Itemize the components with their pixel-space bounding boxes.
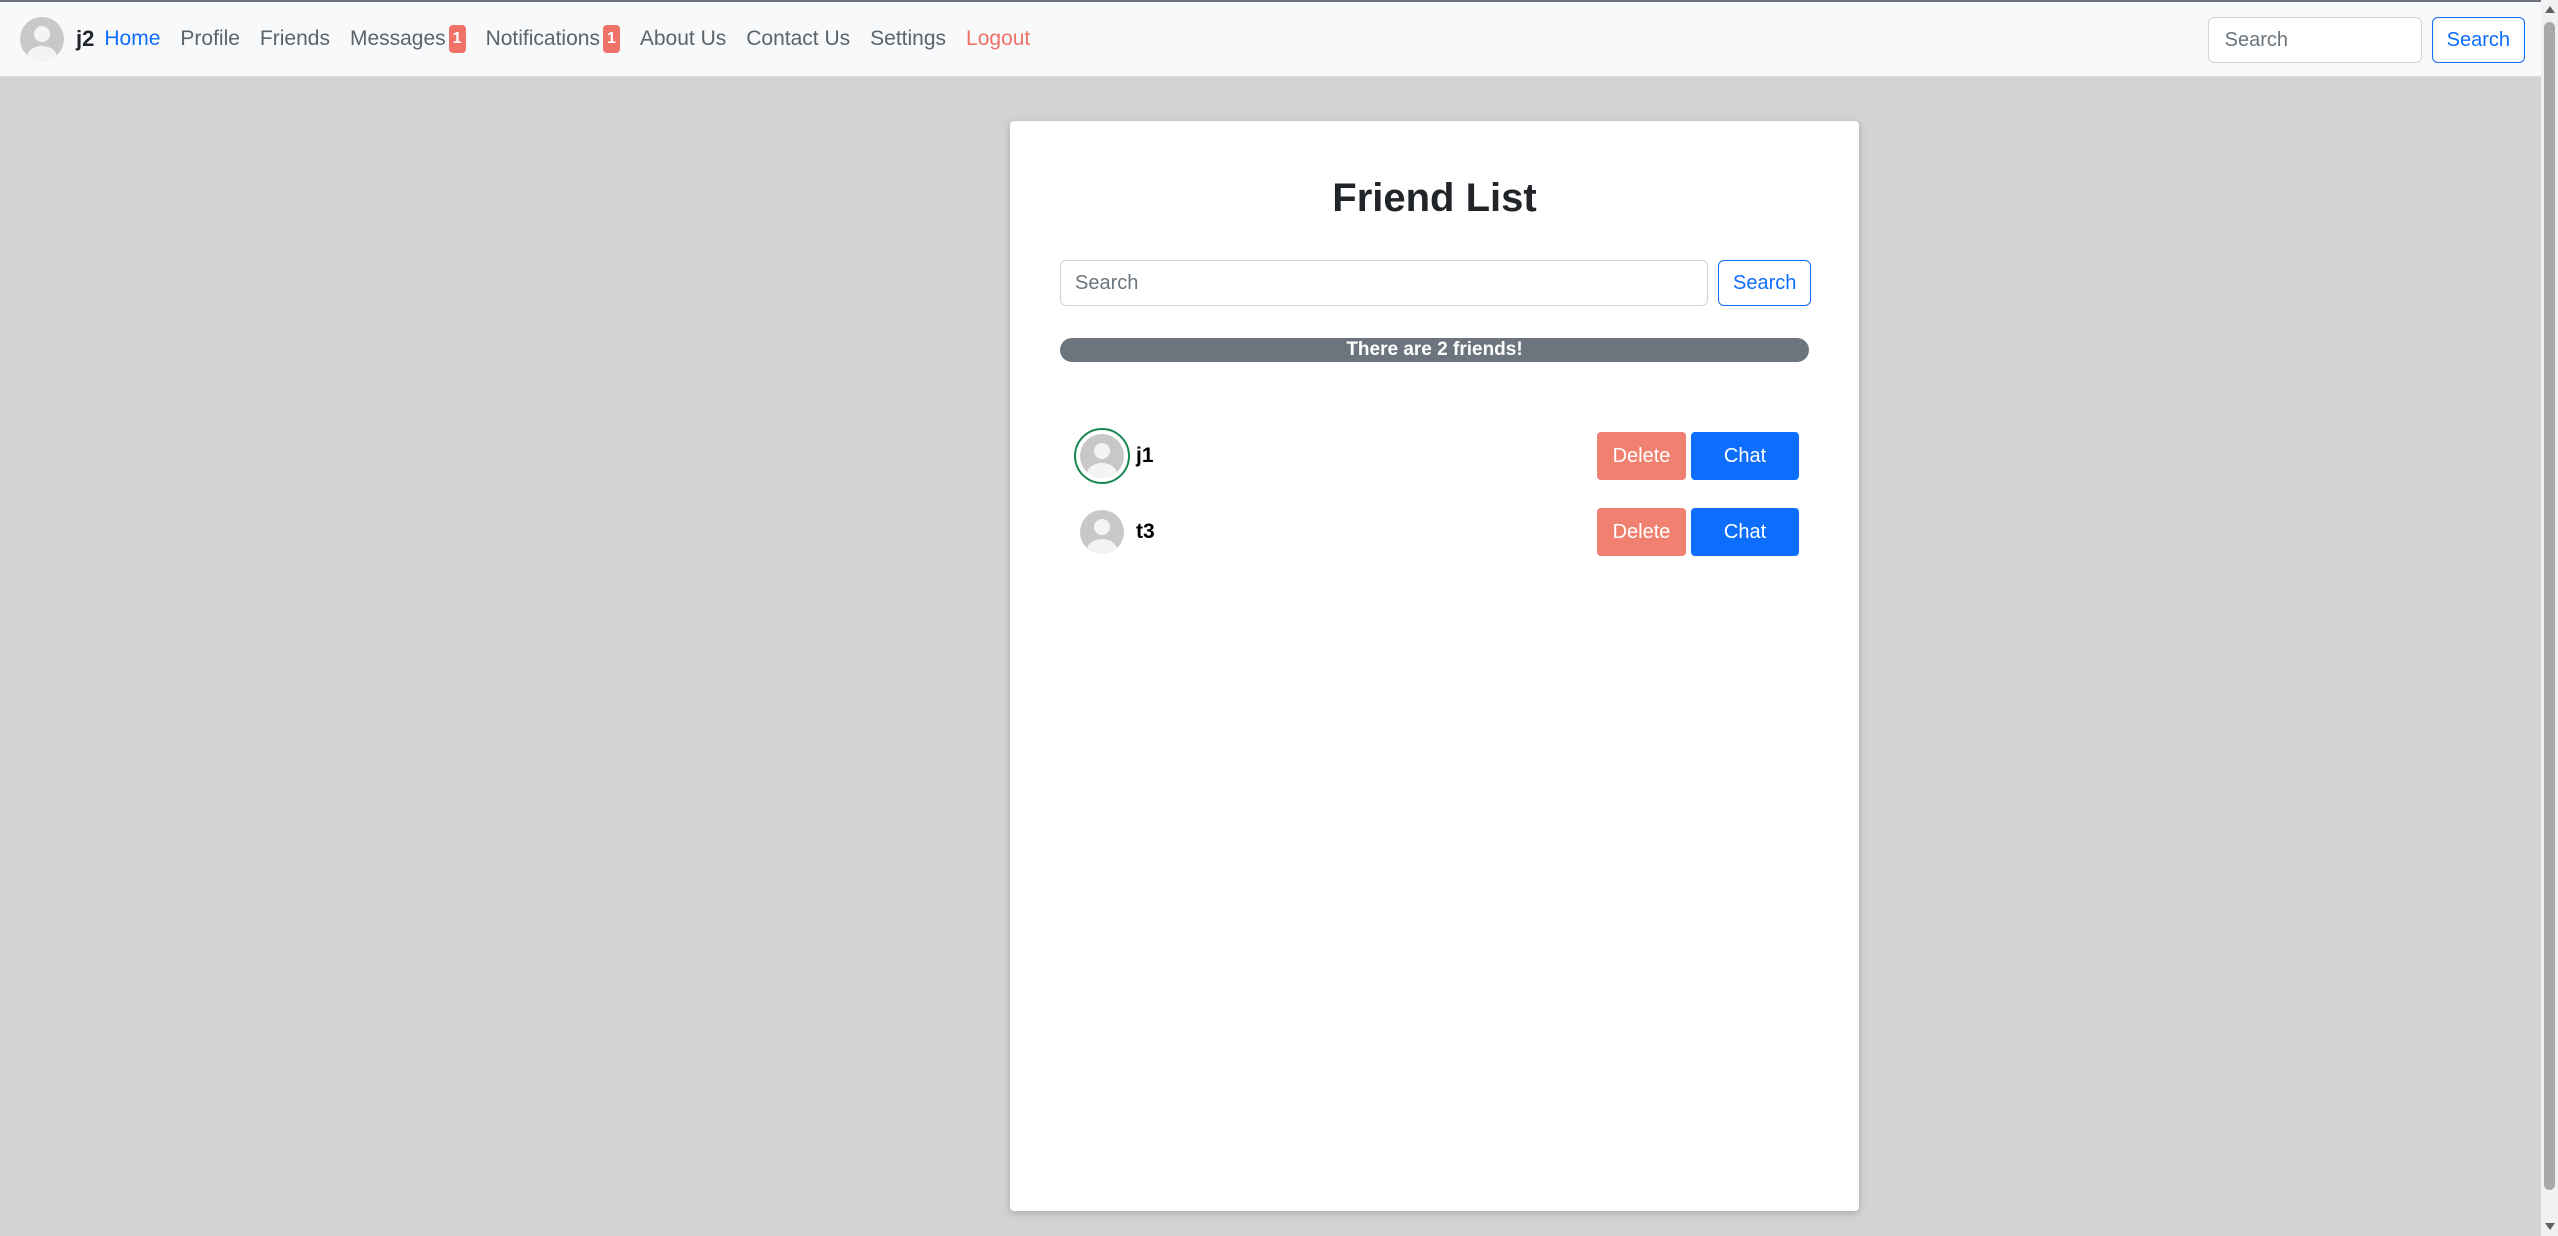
nav-messages[interactable]: Messages 1 <box>350 25 466 53</box>
avatar-wrapper <box>1074 504 1130 560</box>
friend-count-bar: There are 2 friends! <box>1060 338 1809 362</box>
nav-links: Home Profile Friends Messages 1 Notifica… <box>104 25 1050 53</box>
friend-name[interactable]: j1 <box>1136 444 1154 468</box>
nav-notifications-label: Notifications <box>485 27 600 50</box>
nav-contact[interactable]: Contact Us <box>746 27 850 51</box>
friend-actions: Delete Chat <box>1597 508 1799 556</box>
chat-button[interactable]: Chat <box>1691 432 1799 480</box>
friend-name[interactable]: t3 <box>1136 520 1155 544</box>
scroll-down-icon[interactable] <box>2545 1223 2555 1230</box>
online-indicator <box>1074 428 1130 484</box>
chat-button[interactable]: Chat <box>1691 508 1799 556</box>
user-avatar-icon[interactable] <box>20 17 64 61</box>
nav-friends[interactable]: Friends <box>260 27 330 51</box>
friend-search-form: Search <box>1060 260 1812 306</box>
top-navbar: j2 Home Profile Friends Messages 1 Notif… <box>0 0 2541 77</box>
friend-actions: Delete Chat <box>1597 432 1799 480</box>
username[interactable]: j2 <box>76 26 94 52</box>
nav-profile[interactable]: Profile <box>180 27 240 51</box>
notifications-badge: 1 <box>602 25 620 53</box>
nav-search-input[interactable] <box>2207 17 2422 63</box>
friend-row: j1 Delete Chat <box>1074 428 1799 484</box>
nav-notifications[interactable]: Notifications 1 <box>486 25 620 53</box>
friend-row: t3 Delete Chat <box>1080 507 1799 557</box>
page-scrollbar[interactable] <box>2541 0 2558 1236</box>
nav-messages-label: Messages <box>349 27 446 50</box>
friend-search-input[interactable] <box>1060 260 1708 306</box>
nav-logout[interactable]: Logout <box>966 27 1030 51</box>
messages-badge: 1 <box>448 25 466 53</box>
nav-search-button[interactable]: Search <box>2431 17 2525 63</box>
delete-friend-button[interactable]: Delete <box>1597 508 1686 556</box>
friend-avatar-icon[interactable] <box>1080 510 1124 554</box>
brand[interactable]: j2 <box>20 17 94 61</box>
friend-search-button[interactable]: Search <box>1718 260 1812 306</box>
page-title: Friend List <box>1332 176 1537 220</box>
delete-friend-button[interactable]: Delete <box>1597 432 1686 480</box>
scrollbar-thumb[interactable] <box>2544 22 2555 1190</box>
nav-about[interactable]: About Us <box>640 27 726 51</box>
nav-search-form: Search <box>2207 17 2525 63</box>
nav-home[interactable]: Home <box>104 27 160 51</box>
friend-list-card: Friend List Search There are 2 friends! … <box>1010 121 1859 1211</box>
nav-settings[interactable]: Settings <box>870 27 946 51</box>
scroll-up-icon[interactable] <box>2545 6 2555 13</box>
friend-avatar-icon[interactable] <box>1080 434 1124 478</box>
